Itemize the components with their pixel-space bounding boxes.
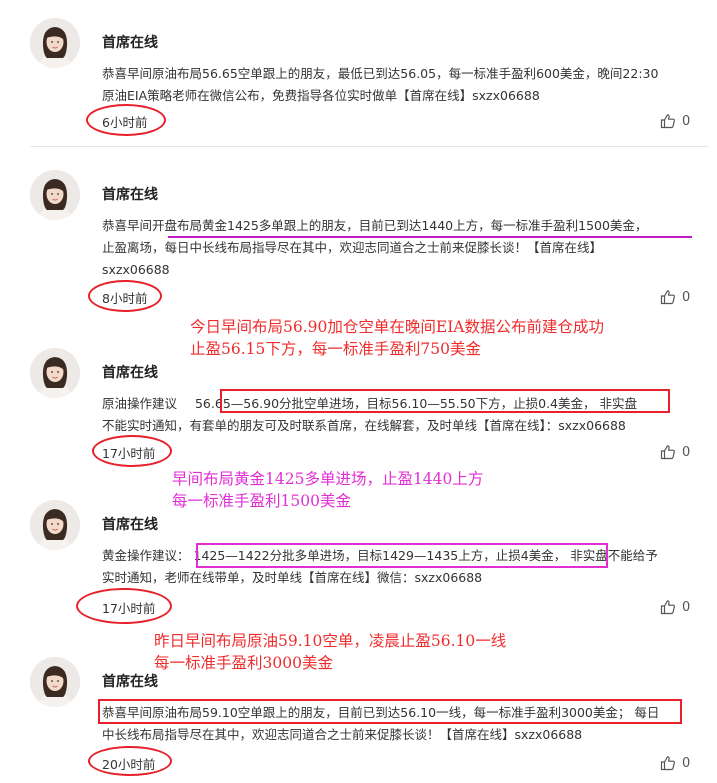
like-button[interactable]: 0 — [660, 113, 690, 129]
avatar[interactable] — [30, 657, 80, 707]
content-line: 中长线布局指导尽在其中，欢迎志同道合之士前来促膝长谈！【首席在线】sxzx066… — [102, 727, 583, 742]
time-highlight-ring — [88, 280, 162, 312]
like-count: 0 — [682, 289, 691, 305]
content-line: 恭喜早间开盘布局黄金1425多单跟上的朋友，目前已到达1440上方，每一标准手盈… — [102, 218, 648, 233]
content-line: 原油EIA策略老师在微信公布，免费指导各位实时做单【首席在线】sxzx06688 — [102, 88, 540, 103]
underline-highlight — [168, 236, 692, 238]
post-content: 恭喜早间原油布局56.65空单跟上的朋友，最低已到达56.05，每一标准手盈利6… — [102, 63, 708, 107]
like-button[interactable]: 0 — [660, 289, 690, 305]
like-count: 0 — [682, 444, 691, 460]
thumbs-up-icon — [660, 755, 676, 771]
author-name[interactable]: 首席在线 — [102, 362, 158, 382]
annotation: 早间布局黄金1425多单进场，止盈1440上方 每一标准手盈利1500美金 — [172, 470, 484, 510]
highlight-box — [196, 543, 608, 568]
like-button[interactable]: 0 — [660, 755, 690, 771]
author-name[interactable]: 首席在线 — [102, 514, 158, 534]
thumbs-up-icon — [660, 444, 676, 460]
annotation: 昨日早间布局原油59.10空单，凌晨止盈56.10一线 每一标准手盈利3000美… — [154, 632, 507, 672]
thumbs-up-icon — [660, 113, 676, 129]
like-count: 0 — [682, 755, 691, 771]
avatar[interactable] — [30, 18, 80, 68]
thumbs-up-icon — [660, 599, 676, 615]
time-highlight-ring — [86, 104, 166, 136]
time-highlight-ring — [92, 435, 172, 467]
like-button[interactable]: 0 — [660, 444, 690, 460]
content-line: 恭喜早间原油布局56.65空单跟上的朋友，最低已到达56.05，每一标准手盈利6… — [102, 66, 659, 81]
author-name[interactable]: 首席在线 — [102, 184, 158, 204]
highlight-box — [98, 699, 682, 724]
author-name[interactable]: 首席在线 — [102, 32, 158, 52]
like-count: 0 — [682, 599, 691, 615]
like-button[interactable]: 0 — [660, 599, 690, 615]
divider — [30, 146, 708, 147]
author-name[interactable]: 首席在线 — [102, 671, 158, 691]
thumbs-up-icon — [660, 289, 676, 305]
time-highlight-ring — [88, 746, 172, 776]
post-content: 恭喜早间开盘布局黄金1425多单跟上的朋友，目前已到达1440上方，每一标准手盈… — [102, 215, 708, 281]
avatar[interactable] — [30, 348, 80, 398]
annotation: 今日早间布局56.90加仓空单在晚间EIA数据公布前建仓成功 止盈56.15下方… — [190, 318, 605, 358]
content-line: 止盈离场，每日中长线布局指导尽在其中，欢迎志同道合之士前来促膝长谈！【首席在线】 — [102, 240, 603, 255]
avatar[interactable] — [30, 170, 80, 220]
highlight-box — [220, 389, 670, 413]
avatar[interactable] — [30, 500, 80, 550]
content-line: 实时通知，老师在线带单，及时单线【首席在线】微信：sxzx06688 — [102, 570, 483, 585]
like-count: 0 — [682, 113, 691, 129]
content-line: sxzx06688 — [102, 262, 170, 277]
content-line: 不能实时通知，有套单的朋友可及时联系首席，在线解套，及时单线【首席在线】：sxz… — [102, 418, 626, 433]
time-highlight-ring — [76, 588, 172, 624]
